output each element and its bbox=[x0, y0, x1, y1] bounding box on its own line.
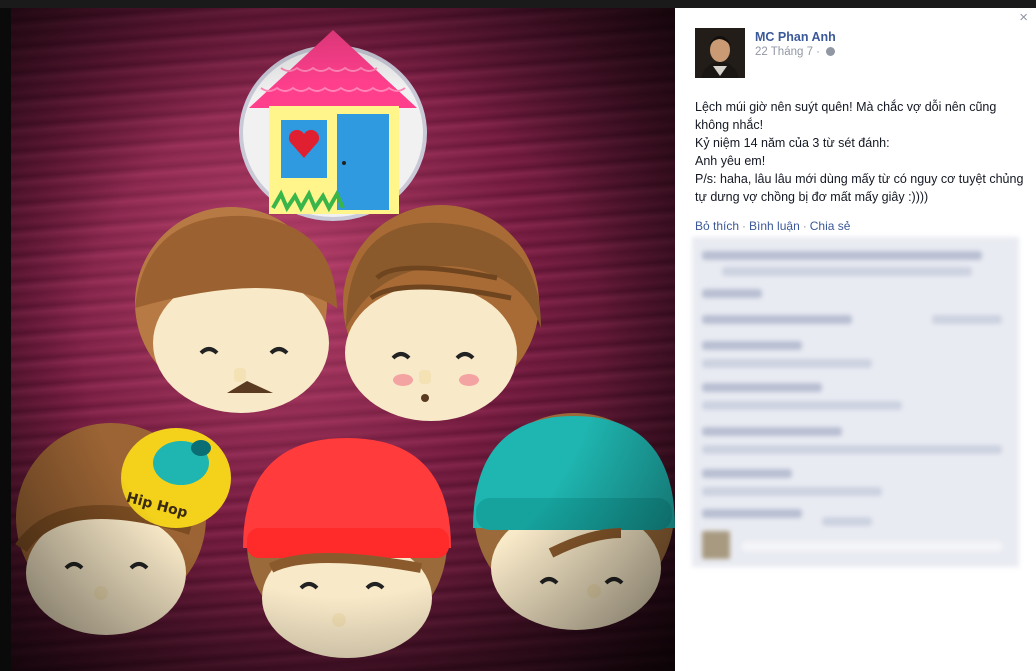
post-meta: 22 Tháng 7 · bbox=[755, 46, 836, 58]
avatar-portrait-icon bbox=[695, 28, 745, 78]
post-details-panel: × MC Phan Anh 22 Tháng 7 · Lệch múi giờ … bbox=[675, 8, 1036, 671]
comment-link[interactable]: Bình luận bbox=[749, 219, 800, 233]
post-photo[interactable]: Hip Hop bbox=[11, 8, 675, 671]
house-cupcake bbox=[239, 30, 427, 221]
background-top-strip bbox=[0, 0, 1036, 8]
author-avatar[interactable] bbox=[695, 28, 745, 78]
tealhat-cupcake bbox=[473, 413, 675, 630]
post-line: Lệch múi giờ nên suýt quên! Mà chắc vợ d… bbox=[695, 100, 997, 132]
redhat-cupcake bbox=[243, 438, 451, 658]
boy-cupcake bbox=[135, 207, 337, 413]
post-actions: Bỏ thích · Bình luận · Chia sẻ bbox=[695, 219, 850, 233]
unlike-link[interactable]: Bỏ thích bbox=[695, 219, 739, 233]
girl-cupcake bbox=[343, 205, 541, 421]
post-text: Lệch múi giờ nên suýt quên! Mà chắc vợ d… bbox=[695, 98, 1025, 206]
separator-dot: · bbox=[802, 219, 807, 233]
close-icon[interactable]: × bbox=[1019, 10, 1028, 26]
post-line: Kỷ niệm 14 năm của 3 từ sét đánh: bbox=[695, 136, 890, 150]
blurred-comments bbox=[692, 237, 1019, 567]
cupcake-illustration: Hip Hop bbox=[15, 30, 675, 658]
post-line: Anh yêu em! bbox=[695, 154, 766, 168]
share-link[interactable]: Chia sẻ bbox=[810, 219, 851, 233]
hiphop-cupcake: Hip Hop bbox=[15, 423, 231, 635]
globe-icon[interactable] bbox=[826, 47, 836, 56]
post-line: P/s: haha, lâu lâu mới dùng mấy từ có ng… bbox=[695, 172, 1024, 204]
post-date[interactable]: 22 Tháng 7 · bbox=[755, 46, 820, 58]
author-name[interactable]: MC Phan Anh bbox=[755, 30, 836, 44]
separator-dot: · bbox=[742, 219, 747, 233]
